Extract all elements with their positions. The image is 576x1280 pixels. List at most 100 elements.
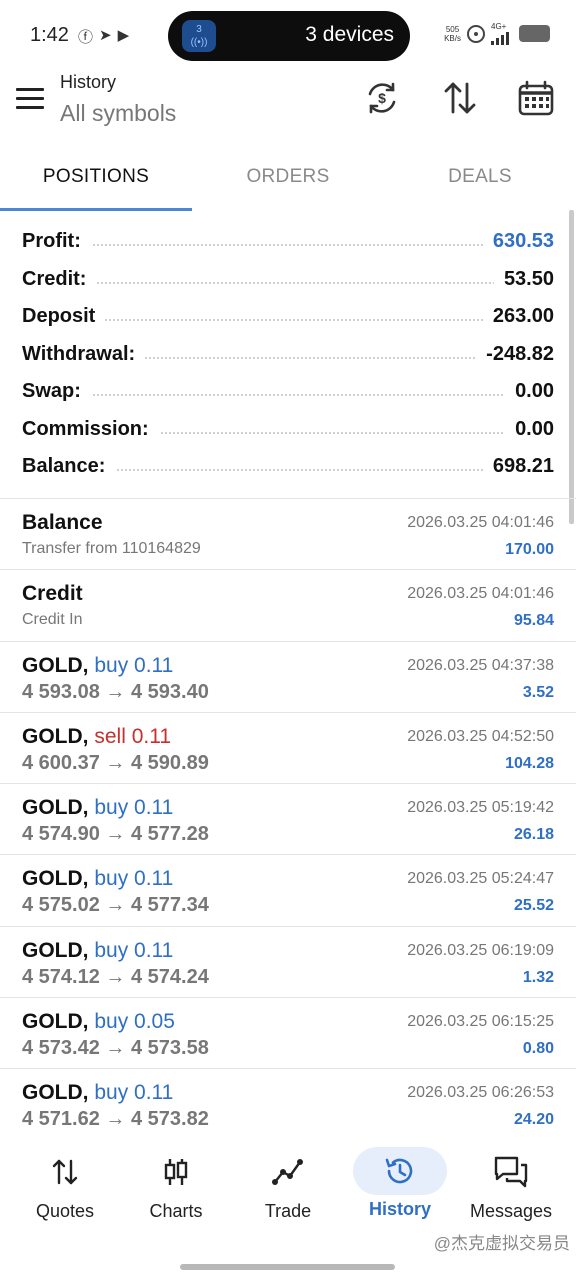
deal-direction: buy 0.11	[94, 1081, 174, 1105]
home-indicator[interactable]	[180, 1264, 395, 1270]
watermark: @杰克虚拟交易员	[433, 1234, 570, 1253]
list-item[interactable]: GOLD, buy 0.05 4 573.42 → 4 573.58 2026.…	[0, 998, 576, 1070]
deal-datetime: 2026.03.25 06:15:25	[407, 1013, 554, 1031]
summary-row-swap: Swap: 0.00	[0, 374, 576, 412]
history-clock-icon	[353, 1147, 447, 1195]
summary-value: 263.00	[482, 305, 554, 328]
summary-label: Profit:	[22, 230, 91, 253]
nav-trade[interactable]: Trade	[232, 1147, 344, 1222]
summary-row-commission: Commission: 0.00	[0, 412, 576, 450]
deal-direction: buy 0.11	[94, 796, 174, 820]
page-title: History	[60, 72, 117, 92]
dotted-leader	[22, 244, 554, 246]
list-item[interactable]: GOLD, sell 0.11 4 600.37 → 4 590.89 2026…	[0, 713, 576, 785]
live-activity-pill[interactable]: 3 ((•)) 3 devices	[168, 11, 410, 61]
deals-list[interactable]: Balance Transfer from 110164829 2026.03.…	[0, 499, 576, 1127]
deal-prices: 4 600.37 → 4 590.89	[22, 751, 209, 774]
deal-direction: buy 0.11	[94, 938, 174, 962]
deal-datetime: 2026.03.25 04:52:50	[407, 727, 554, 745]
deal-datetime: 2026.03.25 05:24:47	[407, 870, 554, 888]
nav-label: Trade	[264, 1201, 312, 1221]
notification-icons: ⓕ ➤ ▶	[78, 26, 129, 47]
nav-label: Quotes	[35, 1201, 95, 1221]
deal-prices: 4 573.42 → 4 573.58	[22, 1037, 209, 1060]
list-item[interactable]: Balance Transfer from 110164829 2026.03.…	[0, 499, 576, 571]
svg-text:$: $	[378, 90, 386, 106]
deal-title: GOLD, buy 0.11	[22, 796, 173, 820]
tab-positions[interactable]: POSITIONS	[0, 148, 192, 212]
summary-label: Balance:	[22, 455, 116, 478]
nav-charts[interactable]: Charts	[120, 1147, 232, 1222]
deal-prices: 4 593.08 → 4 593.40	[22, 680, 209, 703]
summary-row-deposit: Deposit 263.00	[0, 299, 576, 337]
signal-icon	[491, 31, 509, 45]
device-app-icon: 3 ((•))	[182, 20, 216, 52]
list-item[interactable]: GOLD, buy 0.11 4 574.90 → 4 577.28 2026.…	[0, 784, 576, 856]
summary-label: Withdrawal:	[22, 342, 146, 366]
account-summary: Profit: 630.53 Credit: 53.50 Deposit 263…	[0, 224, 576, 487]
deal-profit: 26.18	[513, 826, 554, 844]
summary-value: 53.50	[493, 267, 554, 291]
nav-messages[interactable]: Messages	[455, 1147, 567, 1222]
summary-label: Credit:	[22, 267, 97, 291]
summary-value: 630.53	[482, 230, 554, 253]
deal-datetime: 2026.03.25 04:01:46	[407, 585, 554, 603]
summary-value: 0.00	[505, 380, 554, 403]
menu-icon[interactable]	[16, 88, 44, 110]
facebook-icon: ⓕ	[78, 29, 94, 46]
summary-value: 698.21	[482, 455, 554, 478]
deal-prices: 4 574.90 → 4 577.28	[22, 823, 209, 846]
active-tab-indicator	[0, 208, 192, 211]
deal-symbol: GOLD,	[22, 1010, 89, 1034]
deal-profit: 170.00	[505, 541, 554, 558]
symbol-filter[interactable]: All symbols	[60, 100, 176, 127]
deal-datetime: 2026.03.25 04:01:46	[407, 514, 554, 531]
deal-title: GOLD, buy 0.11	[22, 939, 173, 963]
tab-deals[interactable]: DEALS	[384, 148, 576, 212]
deal-profit: 1.32	[522, 968, 554, 986]
deal-prices: 4 571.62 → 4 573.82	[22, 1108, 209, 1127]
dotted-leader	[22, 394, 554, 396]
deal-direction: buy 0.11	[94, 867, 174, 891]
currency-refresh-icon[interactable]: $	[362, 78, 402, 118]
list-item[interactable]: GOLD, buy 0.11 4 593.08 → 4 593.40 2026.…	[0, 642, 576, 713]
status-time: 1:42	[30, 24, 69, 46]
deal-symbol: GOLD,	[22, 1081, 89, 1105]
list-item[interactable]: GOLD, buy 0.11 4 575.02 → 4 577.34 2026.…	[0, 855, 576, 927]
battery-icon	[519, 25, 550, 42]
deal-comment: Transfer from 110164829	[22, 540, 201, 557]
deal-title: GOLD, buy 0.11	[22, 867, 173, 891]
history-tabs: POSITIONS ORDERS DEALS	[0, 148, 576, 212]
list-item[interactable]: GOLD, buy 0.11 4 571.62 → 4 573.82 2026.…	[0, 1069, 576, 1127]
deal-symbol: Credit	[22, 582, 83, 606]
deal-profit: 104.28	[505, 754, 554, 772]
telegram-icon: ➤	[99, 27, 112, 44]
deal-comment: Credit In	[22, 611, 83, 629]
deal-symbol: Balance	[22, 511, 103, 534]
deal-datetime: 2026.03.25 05:19:42	[407, 799, 554, 817]
messages-icon	[455, 1147, 567, 1197]
deal-symbol: GOLD,	[22, 796, 89, 820]
dotted-leader	[22, 281, 554, 284]
devices-label: 3 devices	[305, 23, 394, 46]
deal-symbol: GOLD,	[22, 938, 89, 962]
list-item[interactable]: GOLD, buy 0.11 4 574.12 → 4 574.24 2026.…	[0, 927, 576, 999]
nav-label: History	[368, 1199, 431, 1219]
deal-symbol: GOLD,	[22, 653, 89, 677]
deal-profit: 3.52	[522, 683, 554, 701]
deal-direction: buy 0.05	[94, 1010, 175, 1034]
summary-label: Commission:	[22, 417, 159, 441]
summary-value: 0.00	[505, 417, 554, 441]
deal-datetime: 2026.03.25 06:19:09	[407, 941, 554, 959]
deal-datetime: 2026.03.25 04:37:38	[407, 656, 554, 674]
bottom-navigation: Quotes Charts Trade History Messages	[0, 1127, 576, 1280]
sort-icon[interactable]	[440, 78, 480, 118]
list-item[interactable]: Credit Credit In 2026.03.25 04:01:46 95.…	[0, 570, 576, 642]
summary-row-withdrawal: Withdrawal: -248.82	[0, 337, 576, 375]
nav-history[interactable]: History	[344, 1147, 456, 1220]
nav-quotes[interactable]: Quotes	[9, 1147, 121, 1222]
calendar-icon[interactable]	[516, 78, 556, 118]
net-speed: 505 KB/s	[444, 24, 461, 43]
tab-orders[interactable]: ORDERS	[192, 148, 384, 212]
network-type: 4G+	[491, 22, 507, 31]
